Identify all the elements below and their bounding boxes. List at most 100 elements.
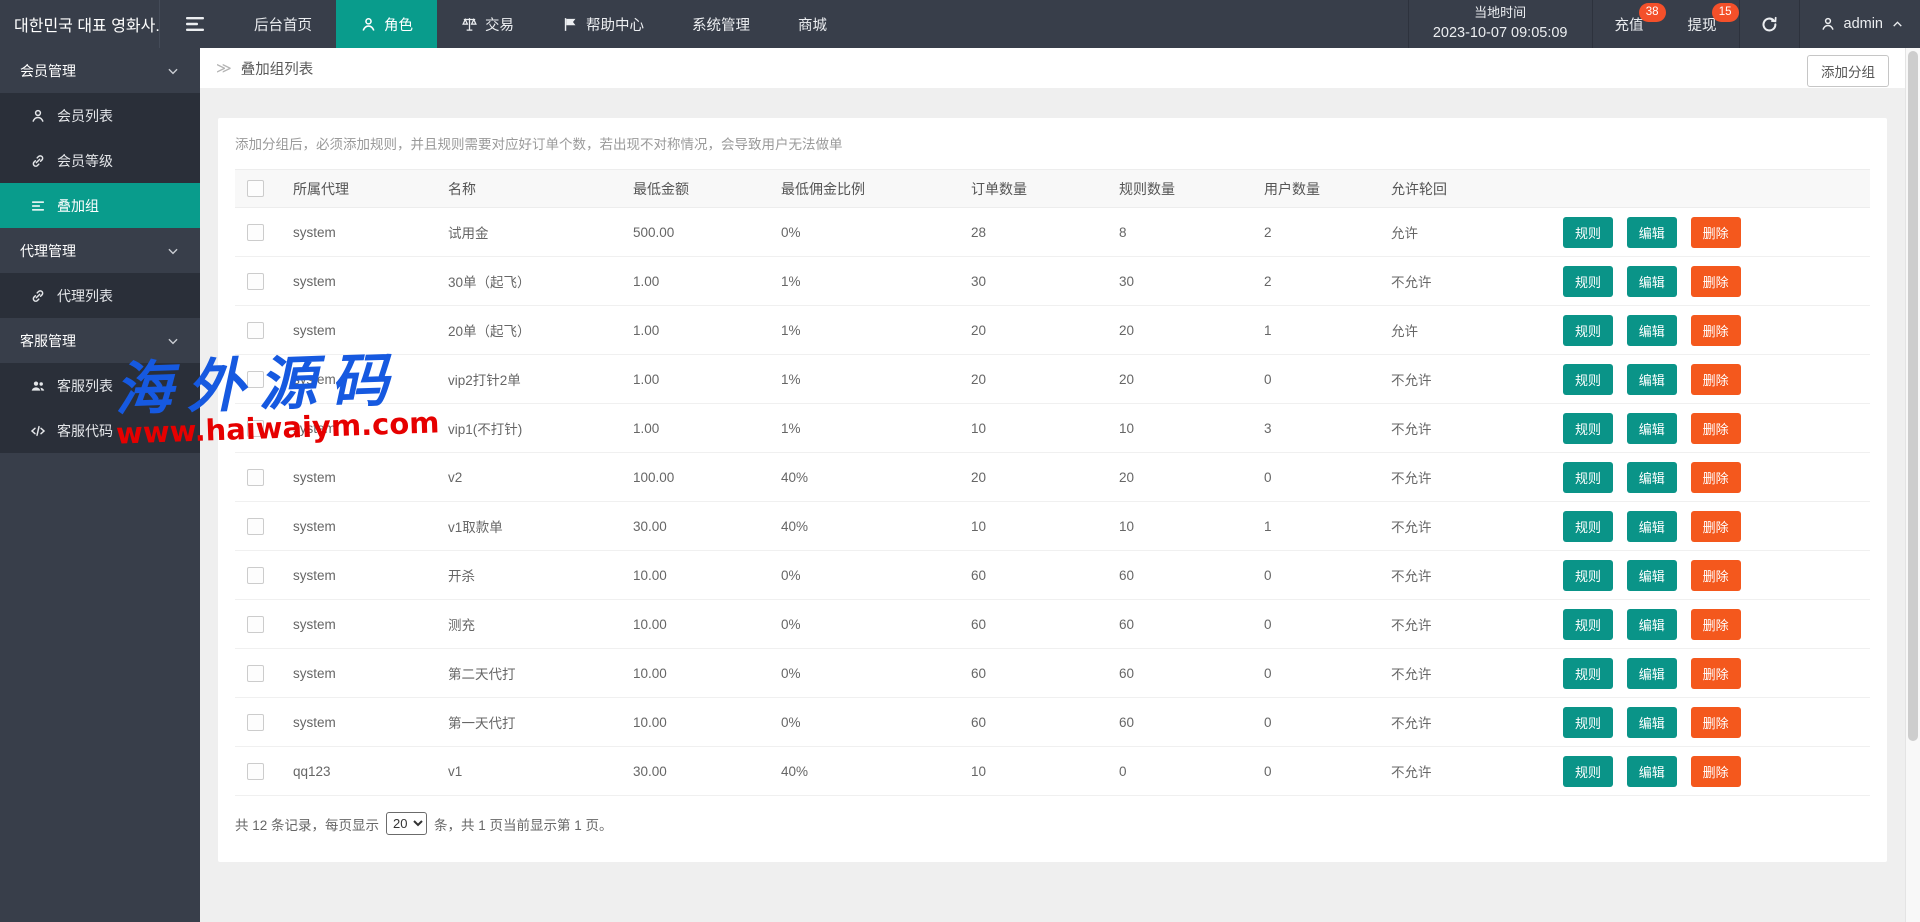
refresh-button[interactable] [1740, 0, 1799, 48]
edit-button[interactable]: 编辑 [1627, 217, 1677, 248]
cell-orders: 60 [959, 698, 1107, 747]
sidebar-item-agent-list[interactable]: 代理列表 [0, 273, 200, 318]
edit-button[interactable]: 编辑 [1627, 658, 1677, 689]
cell-min-commission: 0% [769, 649, 959, 698]
delete-button[interactable]: 删除 [1691, 413, 1741, 444]
delete-button[interactable]: 删除 [1691, 266, 1741, 297]
row-checkbox[interactable] [247, 763, 264, 780]
delete-button[interactable]: 删除 [1691, 609, 1741, 640]
page-size-select[interactable]: 20 [386, 812, 427, 835]
nav-item-dashboard[interactable]: 后台首页 [230, 0, 336, 48]
cell-agent: system [281, 306, 436, 355]
cell-name: 开杀 [436, 551, 621, 600]
table-row: system 第一天代打 10.00 0% 60 60 0 不允许 规则 编辑 … [235, 698, 1870, 747]
nav-item-trade[interactable]: 交易 [437, 0, 538, 48]
edit-button[interactable]: 编辑 [1627, 413, 1677, 444]
sidebar-item-service-code[interactable]: 客服代码 [0, 408, 200, 453]
rule-button[interactable]: 规则 [1563, 511, 1613, 542]
col-header-loop: 允许轮回 [1379, 170, 1541, 208]
sidebar-toggle-button[interactable] [160, 0, 230, 48]
local-time-label: 当地时间 [1474, 3, 1526, 23]
edit-button[interactable]: 编辑 [1627, 609, 1677, 640]
cell-users: 0 [1252, 747, 1379, 796]
cell-agent: system [281, 600, 436, 649]
rule-button[interactable]: 规则 [1563, 560, 1613, 591]
cell-loop: 允许 [1379, 306, 1541, 355]
row-checkbox[interactable] [247, 616, 264, 633]
sidebar-group-member-management[interactable]: 会员管理 [0, 48, 200, 93]
vertical-scrollbar[interactable] [1905, 48, 1920, 922]
edit-button[interactable]: 编辑 [1627, 756, 1677, 787]
cell-users: 3 [1252, 404, 1379, 453]
cell-min-amount: 100.00 [621, 453, 769, 502]
row-checkbox[interactable] [247, 371, 264, 388]
col-header-min-amount: 最低金额 [621, 170, 769, 208]
edit-button[interactable]: 编辑 [1627, 511, 1677, 542]
rule-button[interactable]: 规则 [1563, 364, 1613, 395]
add-group-button[interactable]: 添加分组 [1807, 55, 1889, 87]
nav-item-mall[interactable]: 商城 [774, 0, 851, 48]
sidebar-item-member-level[interactable]: 会员等级 [0, 138, 200, 183]
edit-button[interactable]: 编辑 [1627, 560, 1677, 591]
row-checkbox[interactable] [247, 420, 264, 437]
delete-button[interactable]: 删除 [1691, 462, 1741, 493]
rule-button[interactable]: 规则 [1563, 315, 1613, 346]
rule-button[interactable]: 规则 [1563, 413, 1613, 444]
sidebar-group-agent-management[interactable]: 代理管理 [0, 228, 200, 273]
cell-name: vip2打针2单 [436, 355, 621, 404]
row-checkbox[interactable] [247, 714, 264, 731]
row-checkbox[interactable] [247, 469, 264, 486]
row-checkbox[interactable] [247, 322, 264, 339]
withdraw-nav-button[interactable]: 提现 15 [1666, 0, 1739, 48]
row-checkbox[interactable] [247, 518, 264, 535]
row-checkbox[interactable] [247, 665, 264, 682]
sidebar-item-service-list[interactable]: 客服列表 [0, 363, 200, 408]
table-row: system 第二天代打 10.00 0% 60 60 0 不允许 规则 编辑 … [235, 649, 1870, 698]
sidebar-item-overlay-group[interactable]: 叠加组 [0, 183, 200, 228]
col-header-orders: 订单数量 [959, 170, 1107, 208]
nav-item-roles[interactable]: 角色 [336, 0, 437, 48]
rule-button[interactable]: 规则 [1563, 707, 1613, 738]
scrollbar-thumb[interactable] [1908, 51, 1918, 741]
rule-button[interactable]: 规则 [1563, 756, 1613, 787]
table-row: system vip2打针2单 1.00 1% 20 20 0 不允许 规则 编… [235, 355, 1870, 404]
nav-item-help-center[interactable]: 帮助中心 [538, 0, 668, 48]
delete-button[interactable]: 删除 [1691, 707, 1741, 738]
admin-user-menu[interactable]: admin [1800, 0, 1920, 48]
rule-button[interactable]: 规则 [1563, 658, 1613, 689]
cell-name: 第二天代打 [436, 649, 621, 698]
delete-button[interactable]: 删除 [1691, 217, 1741, 248]
delete-button[interactable]: 删除 [1691, 511, 1741, 542]
cell-agent: system [281, 453, 436, 502]
edit-button[interactable]: 编辑 [1627, 364, 1677, 395]
edit-button[interactable]: 编辑 [1627, 266, 1677, 297]
cell-rules: 20 [1107, 306, 1252, 355]
rule-button[interactable]: 规则 [1563, 266, 1613, 297]
row-checkbox[interactable] [247, 224, 264, 241]
nav-item-system[interactable]: 系统管理 [668, 0, 774, 48]
table-row: qq123 v1 30.00 40% 10 0 0 不允许 规则 编辑 删除 [235, 747, 1870, 796]
rule-button[interactable]: 规则 [1563, 217, 1613, 248]
delete-button[interactable]: 删除 [1691, 560, 1741, 591]
edit-button[interactable]: 编辑 [1627, 315, 1677, 346]
row-checkbox[interactable] [247, 567, 264, 584]
select-all-checkbox[interactable] [247, 180, 264, 197]
cell-loop: 不允许 [1379, 747, 1541, 796]
sidebar-group-service-management[interactable]: 客服管理 [0, 318, 200, 363]
rule-button[interactable]: 规则 [1563, 462, 1613, 493]
delete-button[interactable]: 删除 [1691, 756, 1741, 787]
rule-button[interactable]: 规则 [1563, 609, 1613, 640]
table-row: system 测充 10.00 0% 60 60 0 不允许 规则 编辑 删除 [235, 600, 1870, 649]
edit-button[interactable]: 编辑 [1627, 707, 1677, 738]
app-title: 대한민국 대표 영화사... [0, 0, 160, 48]
cell-name: 第一天代打 [436, 698, 621, 747]
cell-name: 30单（起飞） [436, 257, 621, 306]
row-checkbox[interactable] [247, 273, 264, 290]
edit-button[interactable]: 编辑 [1627, 462, 1677, 493]
delete-button[interactable]: 删除 [1691, 658, 1741, 689]
delete-button[interactable]: 删除 [1691, 315, 1741, 346]
recharge-nav-button[interactable]: 充值 38 [1593, 0, 1666, 48]
sidebar-item-member-list[interactable]: 会员列表 [0, 93, 200, 138]
delete-button[interactable]: 删除 [1691, 364, 1741, 395]
user-icon [1820, 16, 1836, 32]
